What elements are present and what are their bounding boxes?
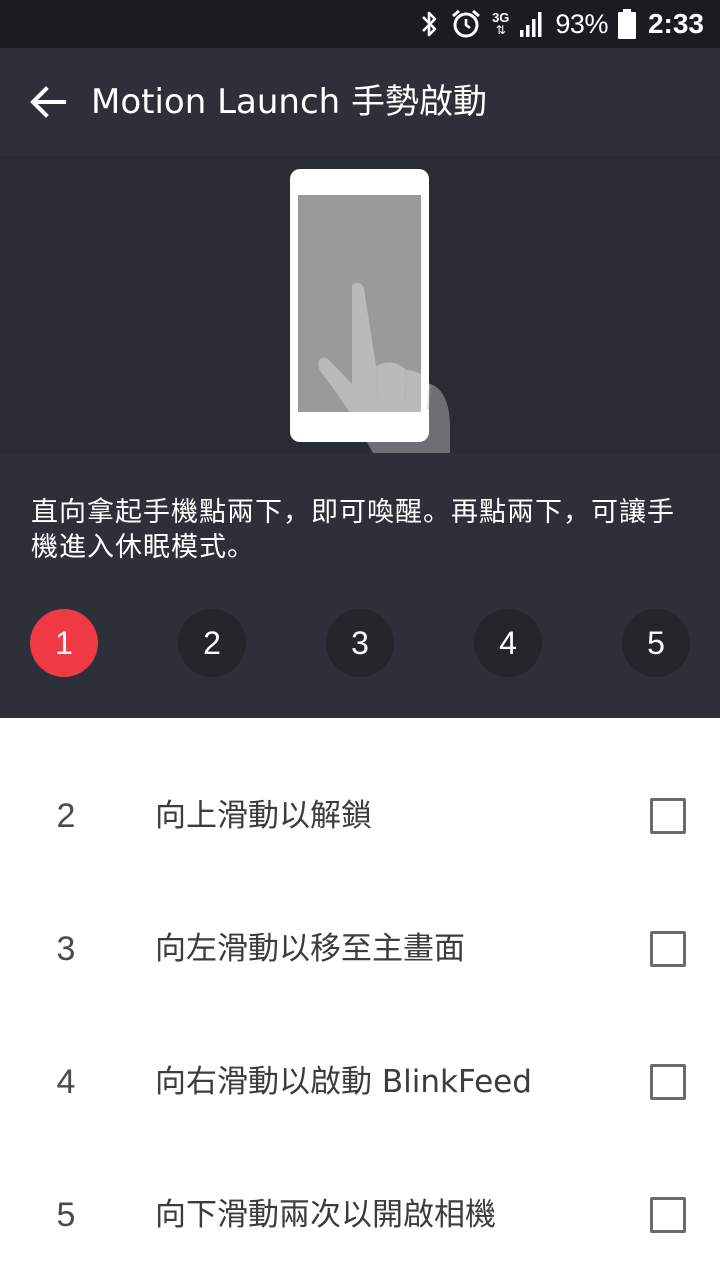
signal-icon bbox=[520, 12, 542, 37]
app-bar: Motion Launch 手勢啟動 bbox=[0, 48, 720, 156]
network-3g-icon: 3G ⇅ bbox=[492, 11, 509, 37]
data-activity-arrows: ⇅ bbox=[495, 23, 506, 37]
list-item-number: 5 bbox=[56, 1196, 76, 1234]
back-button[interactable] bbox=[20, 74, 76, 130]
list-item[interactable]: 4 向右滑動以啟動 BlinkFeed bbox=[0, 1016, 720, 1149]
battery-icon bbox=[617, 9, 636, 39]
gesture-illustration bbox=[0, 156, 720, 453]
list-item-label: 向右滑動以啟動 BlinkFeed bbox=[155, 1064, 532, 1100]
status-bar: 3G ⇅ 93% 2:33 bbox=[0, 0, 720, 48]
list-item-number: 3 bbox=[56, 930, 76, 968]
list-item[interactable]: 2 向上滑動以解鎖 bbox=[0, 750, 720, 883]
list-item-label: 向上滑動以解鎖 bbox=[155, 798, 372, 834]
bluetooth-icon bbox=[422, 11, 437, 37]
alarm-clock-icon bbox=[452, 9, 481, 38]
list-item-label: 向下滑動兩次以開啟相機 bbox=[155, 1197, 496, 1233]
battery-percent: 93% bbox=[555, 8, 608, 39]
checkbox[interactable] bbox=[650, 1197, 686, 1233]
page-title: Motion Launch 手勢啟動 bbox=[91, 82, 487, 122]
step-4-button[interactable]: 4 bbox=[474, 609, 542, 677]
list-item[interactable]: 3 向左滑動以移至主畫面 bbox=[0, 883, 720, 1016]
step-5-button[interactable]: 5 bbox=[622, 609, 690, 677]
status-icons: 3G ⇅ 93% 2:33 bbox=[418, 0, 704, 48]
checkbox[interactable] bbox=[650, 931, 686, 967]
phone-illustration bbox=[290, 169, 450, 453]
list-item[interactable]: 5 向下滑動兩次以開啟相機 bbox=[0, 1149, 720, 1282]
step-3-button[interactable]: 3 bbox=[326, 609, 394, 677]
step-1-button[interactable]: 1 bbox=[30, 609, 98, 677]
checkbox[interactable] bbox=[650, 798, 686, 834]
list-item-number: 2 bbox=[56, 797, 76, 835]
gesture-description: 直向拿起手機點兩下，即可喚醒。再點兩下，可讓手機進入休眠模式。 bbox=[31, 497, 675, 563]
info-panel: 直向拿起手機點兩下，即可喚醒。再點兩下，可讓手機進入休眠模式。 1 2 3 4 … bbox=[0, 453, 720, 718]
back-arrow-icon bbox=[30, 86, 66, 118]
checkbox[interactable] bbox=[650, 1064, 686, 1100]
step-2-button[interactable]: 2 bbox=[178, 609, 246, 677]
list-item-number: 4 bbox=[56, 1063, 76, 1101]
status-time: 2:33 bbox=[647, 8, 704, 39]
list-item-label: 向左滑動以移至主畫面 bbox=[155, 931, 465, 967]
